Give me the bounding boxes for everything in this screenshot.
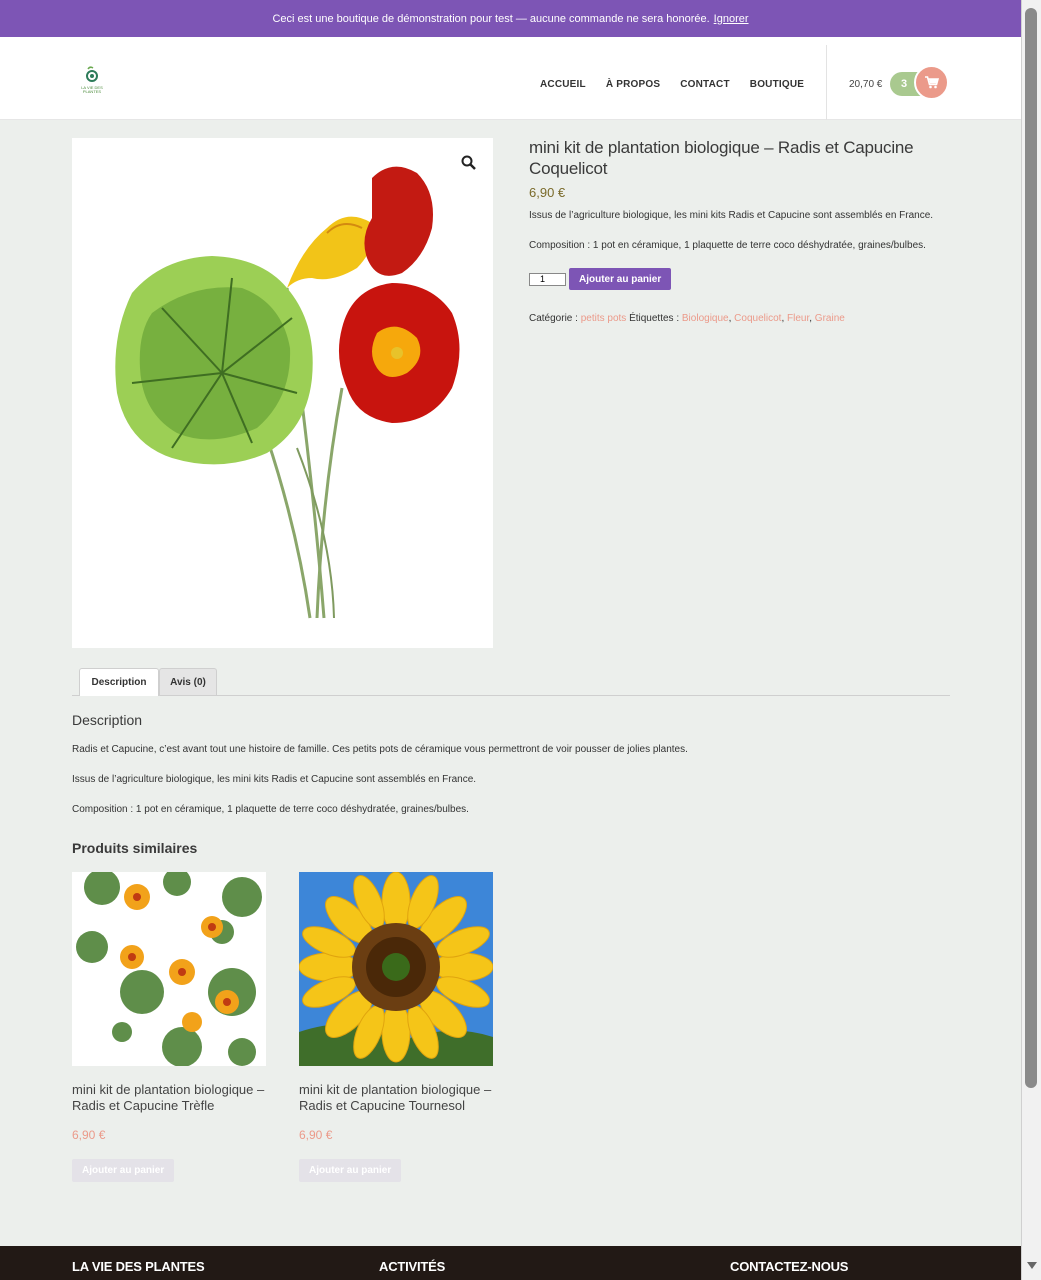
description-panel: Description Radis et Capucine, c’est ava… [72,712,950,832]
related-product-card: mini kit de plantation biologique – Radi… [72,868,266,1182]
related-product-name[interactable]: mini kit de plantation biologique – Radi… [299,1082,493,1114]
description-text: Radis et Capucine, c’est avant tout une … [72,742,950,817]
category-link[interactable]: petits pots [581,313,627,324]
related-add-to-cart-button[interactable]: Ajouter au panier [72,1159,175,1182]
product-short-description: Issus de l’agriculture biologique, les m… [529,208,949,253]
scrollbar-thumb[interactable] [1025,8,1037,1088]
product-meta: Catégorie : petits pots Étiquettes : Bio… [529,313,845,324]
related-product-card: mini kit de plantation biologique – Radi… [298,871,494,1182]
header-divider [826,45,827,120]
related-product-image[interactable] [298,871,494,1066]
product-main-image[interactable] [72,138,493,648]
related-product-price: 6,90 € [299,1128,333,1142]
logo-text: LA VIE DES PLANTES [81,85,103,94]
tag-link[interactable]: Fleur [787,313,809,324]
tags-label: Étiquettes : [629,313,680,324]
magnifier-icon[interactable] [460,154,478,172]
description-heading: Description [72,712,143,728]
tag-link[interactable]: Biologique [682,313,729,324]
dismiss-notice-link[interactable]: Ignorer [714,13,749,25]
cart-total[interactable]: 20,70 € [849,79,882,90]
product-summary: mini kit de plantation biologique – Radi… [529,137,949,324]
shopping-cart-icon[interactable] [914,65,949,100]
add-to-cart-button[interactable]: Ajouter au panier [569,268,672,290]
footer-heading: ACTIVITÉS [379,1259,446,1274]
nav-contact[interactable]: CONTACT [680,79,730,90]
tag-link[interactable]: Coquelicot [734,313,781,324]
scroll-down-arrow-icon[interactable] [1027,1262,1037,1269]
nav-boutique[interactable]: BOUTIQUE [750,79,804,90]
product-price: 6,90 € [529,185,566,200]
short-desc-paragraph: Issus de l’agriculture biologique, les m… [529,210,934,221]
tab-reviews[interactable]: Avis (0) [159,668,217,695]
add-to-cart-form: Ajouter au panier [529,268,949,290]
product-title: mini kit de plantation biologique – Radi… [529,138,914,178]
related-product-image[interactable] [72,868,266,1067]
description-paragraph: Radis et Capucine, c’est avant tout une … [72,744,688,755]
tag-link[interactable]: Graine [815,313,845,324]
product-tabs: Description Avis (0) [72,668,950,696]
store-notice-text: Ceci est une boutique de démonstration p… [272,12,710,25]
site-header: LA VIE DES PLANTES ACCUEIL À PROPOS CONT… [0,37,1021,120]
related-add-to-cart-button[interactable]: Ajouter au panier [299,1159,402,1182]
main-nav: ACCUEIL À PROPOS CONTACT BOUTIQUE [540,79,824,90]
category-label: Catégorie : [529,313,578,324]
page: Ceci est une boutique de démonstration p… [0,0,1021,1280]
store-notice-banner: Ceci est une boutique de démonstration p… [0,0,1021,37]
related-products-heading: Produits similaires [72,840,198,856]
footer-heading: CONTACTEZ-NOUS [730,1259,849,1274]
related-product-name[interactable]: mini kit de plantation biologique – Radi… [72,1082,266,1114]
footer-heading: LA VIE DES PLANTES [72,1259,205,1274]
vertical-scrollbar[interactable] [1021,0,1041,1280]
nav-a-propos[interactable]: À PROPOS [606,79,660,90]
related-product-price: 6,90 € [72,1128,106,1142]
quantity-input[interactable] [529,272,566,286]
site-footer: LA VIE DES PLANTES ACTIVITÉS CONTACTEZ-N… [0,1246,1021,1280]
description-paragraph: Issus de l’agriculture biologique, les m… [72,774,477,785]
nav-accueil[interactable]: ACCUEIL [540,79,586,90]
short-desc-paragraph: Composition : 1 pot en céramique, 1 plaq… [529,240,926,251]
tab-description[interactable]: Description [79,668,159,696]
description-paragraph: Composition : 1 pot en céramique, 1 plaq… [72,804,469,815]
